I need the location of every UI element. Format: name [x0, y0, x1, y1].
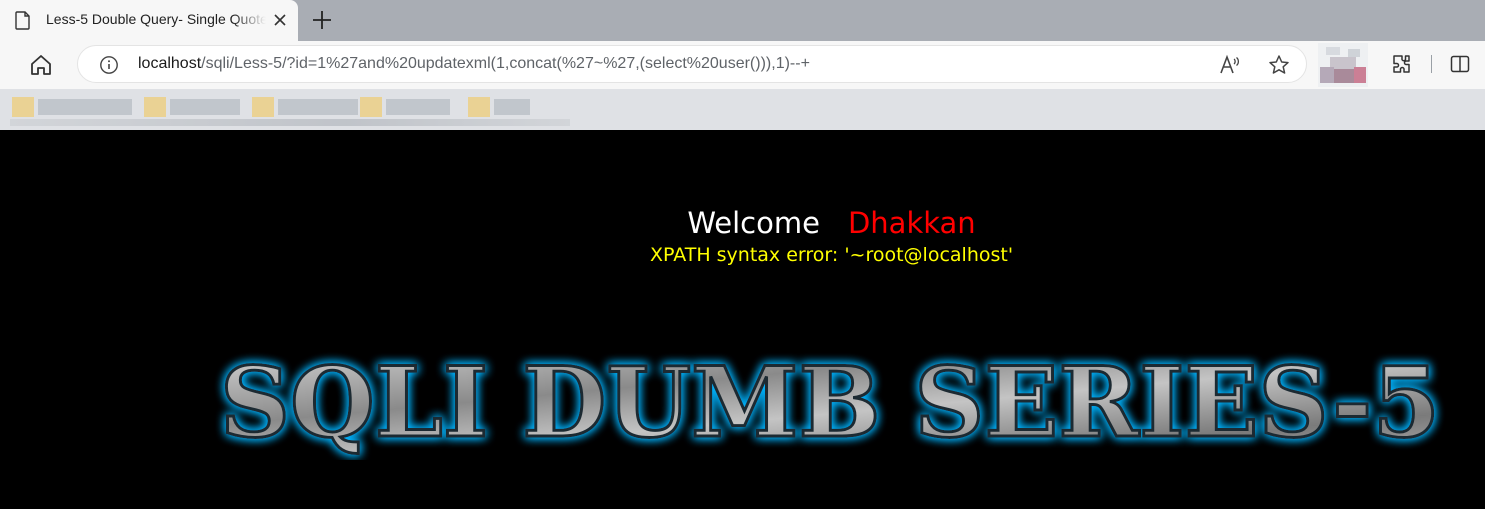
tab-strip: Less-5 Double Query- Single Quotes- Stri…	[0, 0, 1485, 41]
bookmark-favicon-icon	[12, 97, 34, 117]
page-content: Welcome Dhakkan XPATH syntax error: '~roo…	[0, 130, 1485, 509]
error-message: XPATH syntax error: '~root@localhost'	[649, 244, 1014, 266]
welcome-line: Welcome Dhakkan	[0, 206, 1485, 240]
bookmark-favicon-icon	[360, 97, 382, 117]
bookmarks-blur	[10, 119, 570, 126]
close-tab-icon[interactable]	[272, 12, 288, 28]
site-info-icon[interactable]	[99, 55, 119, 75]
extensions-icon[interactable]	[1390, 53, 1412, 75]
bookmark-item[interactable]	[252, 95, 358, 119]
document-icon	[15, 11, 30, 30]
favorite-star-icon[interactable]	[1268, 54, 1290, 76]
split-screen-icon[interactable]	[1450, 54, 1470, 74]
home-icon[interactable]	[28, 52, 54, 78]
toolbar-separator	[1431, 55, 1432, 73]
welcome-name: Dhakkan	[847, 206, 976, 240]
bookmark-item[interactable]	[144, 95, 240, 119]
bookmark-favicon-icon	[144, 97, 166, 117]
new-tab-icon[interactable]	[310, 8, 334, 32]
banner-image: SQLI DUMB SERIES-5	[219, 345, 1442, 461]
welcome-label: Welcome	[687, 206, 820, 240]
browser-tab[interactable]: Less-5 Double Query- Single Quotes- Stri…	[0, 0, 298, 41]
address-bar[interactable]: localhost/sqli/Less-5/?id=1%27and%20upda…	[77, 45, 1307, 83]
bookmark-item[interactable]	[12, 95, 132, 119]
bookmark-favicon-icon	[468, 97, 490, 117]
profile-avatar[interactable]	[1318, 43, 1368, 87]
url-host: localhost	[138, 55, 202, 72]
bookmark-favicon-icon	[252, 97, 274, 117]
bookmark-item[interactable]	[360, 95, 456, 119]
browser-toolbar: localhost/sqli/Less-5/?id=1%27and%20upda…	[0, 41, 1485, 89]
bookmarks-bar	[0, 89, 1485, 130]
url-path: /sqli/Less-5/?id=1%27and%20updatexml(1,c…	[201, 55, 810, 72]
banner-text: SQLI DUMB SERIES-5	[220, 346, 1440, 459]
url-text[interactable]: localhost/sqli/Less-5/?id=1%27and%20upda…	[138, 55, 810, 73]
bookmark-item[interactable]	[468, 95, 530, 119]
read-aloud-icon[interactable]	[1218, 54, 1240, 76]
tab-title: Less-5 Double Query- Single Quotes- Stri…	[46, 11, 266, 27]
